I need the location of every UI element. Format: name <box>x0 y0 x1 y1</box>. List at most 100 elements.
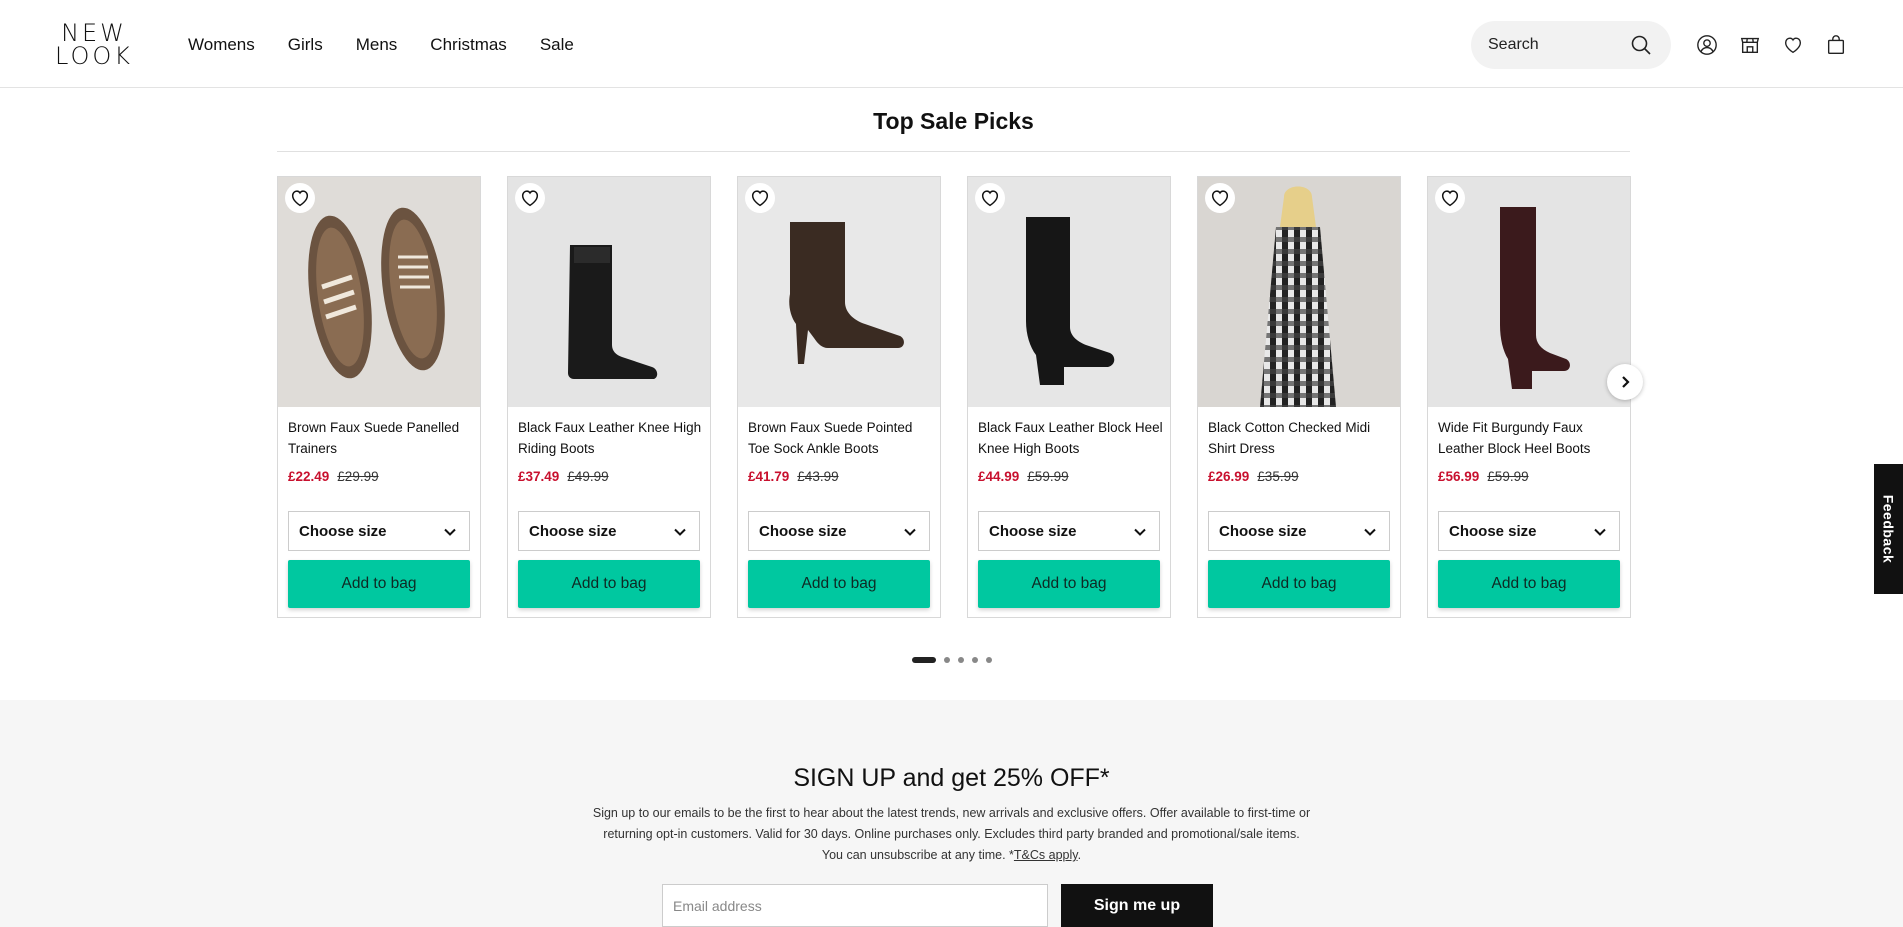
terms-link[interactable]: T&Cs apply <box>1014 848 1078 862</box>
add-to-bag-button[interactable]: Add to bag <box>748 560 930 608</box>
product-price: £44.99 £59.99 <box>978 469 1069 484</box>
product-name[interactable]: Black Faux Leather Block Heel Knee High … <box>978 417 1164 459</box>
product-image[interactable] <box>278 177 480 407</box>
heart-icon <box>1441 190 1459 207</box>
bag-icon[interactable] <box>1825 34 1847 56</box>
product-image[interactable] <box>1198 177 1400 407</box>
sign-me-up-button[interactable]: Sign me up <box>1061 884 1213 927</box>
search-icon[interactable] <box>1629 33 1653 57</box>
chevron-down-icon <box>1364 528 1376 536</box>
nav-mens[interactable]: Mens <box>356 35 398 55</box>
wishlist-heart-button[interactable] <box>1435 183 1465 213</box>
carousel-next-button[interactable] <box>1607 364 1643 400</box>
product-card[interactable]: Brown Faux Suede Pointed Toe Sock Ankle … <box>737 176 941 618</box>
heart-icon <box>291 190 309 207</box>
size-select[interactable]: Choose size <box>1438 511 1620 551</box>
original-price: £43.99 <box>797 469 839 484</box>
product-price: £41.79 £43.99 <box>748 469 839 484</box>
trainers-illustration <box>308 207 445 379</box>
email-placeholder: Email address <box>673 897 762 914</box>
original-price: £59.99 <box>1487 469 1529 484</box>
product-name[interactable]: Black Faux Leather Knee High Riding Boot… <box>518 417 704 459</box>
ankle-boot-illustration <box>789 222 904 364</box>
chevron-down-icon <box>1134 528 1146 536</box>
section-title: Top Sale Picks <box>873 108 1034 134</box>
product-name[interactable]: Brown Faux Suede Panelled Trainers <box>288 417 474 459</box>
heart-icon <box>981 190 999 207</box>
product-card[interactable]: Black Cotton Checked Midi Shirt Dress £2… <box>1197 176 1401 618</box>
product-image[interactable] <box>1428 177 1630 407</box>
main-nav: Womens Girls Mens Christmas Sale <box>188 35 607 55</box>
product-card[interactable]: Wide Fit Burgundy Faux Leather Block Hee… <box>1427 176 1631 618</box>
add-to-bag-button[interactable]: Add to bag <box>978 560 1160 608</box>
email-field[interactable]: Email address <box>662 884 1048 927</box>
product-card[interactable]: Black Faux Leather Block Heel Knee High … <box>967 176 1171 618</box>
heart-icon <box>1211 190 1229 207</box>
nav-sale[interactable]: Sale <box>540 35 574 55</box>
nav-christmas[interactable]: Christmas <box>430 35 507 55</box>
sale-price: £26.99 <box>1208 469 1250 484</box>
riding-boot-illustration <box>568 245 658 379</box>
original-price: £35.99 <box>1257 469 1299 484</box>
wishlist-heart-button[interactable] <box>1205 183 1235 213</box>
signup-description: Sign up to our emails to be the first to… <box>570 803 1333 866</box>
signup-title: SIGN UP and get 25% OFF* <box>793 764 1110 792</box>
carousel-dot-5[interactable] <box>986 657 992 663</box>
store-icon[interactable] <box>1739 34 1761 56</box>
wishlist-heart-button[interactable] <box>745 183 775 213</box>
header-icons <box>1696 34 1847 56</box>
chevron-right-icon <box>1622 376 1630 388</box>
carousel-dot-1[interactable] <box>912 657 936 663</box>
product-name[interactable]: Wide Fit Burgundy Faux Leather Block Hee… <box>1438 417 1624 459</box>
feedback-tab[interactable]: Feedback <box>1874 464 1903 594</box>
product-name[interactable]: Black Cotton Checked Midi Shirt Dress <box>1208 417 1394 459</box>
checked-dress-illustration <box>1260 186 1336 407</box>
nav-womens[interactable]: Womens <box>188 35 255 55</box>
site-header: NEW LOOK Womens Girls Mens Christmas Sal… <box>0 0 1903 88</box>
wishlist-heart-button[interactable] <box>285 183 315 213</box>
size-select-label: Choose size <box>759 522 847 540</box>
newsletter-signup: SIGN UP and get 25% OFF* Sign up to our … <box>0 700 1903 927</box>
product-price: £22.49 £29.99 <box>288 469 379 484</box>
burgundy-boot-illustration <box>1500 207 1570 389</box>
logo-line-2: LOOK <box>55 42 134 70</box>
size-select[interactable]: Choose size <box>1208 511 1390 551</box>
product-card[interactable]: Black Faux Leather Knee High Riding Boot… <box>507 176 711 618</box>
account-icon[interactable] <box>1696 34 1718 56</box>
chevron-down-icon <box>904 528 916 536</box>
size-select[interactable]: Choose size <box>518 511 700 551</box>
chevron-down-icon <box>444 528 456 536</box>
section-divider <box>277 151 1630 152</box>
add-to-bag-button[interactable]: Add to bag <box>288 560 470 608</box>
product-image[interactable] <box>968 177 1170 407</box>
carousel-dot-3[interactable] <box>958 657 964 663</box>
product-name[interactable]: Brown Faux Suede Pointed Toe Sock Ankle … <box>748 417 934 459</box>
product-image[interactable] <box>738 177 940 407</box>
size-select-label: Choose size <box>989 522 1077 540</box>
signup-desc-line-3: You can unsubscribe at any time. * <box>821 848 1014 862</box>
size-select-label: Choose size <box>1449 522 1537 540</box>
size-select-label: Choose size <box>299 522 387 540</box>
size-select[interactable]: Choose size <box>978 511 1160 551</box>
product-price: £56.99 £59.99 <box>1438 469 1529 484</box>
search-input[interactable]: Search <box>1471 21 1671 69</box>
add-to-bag-button[interactable]: Add to bag <box>518 560 700 608</box>
product-card[interactable]: Brown Faux Suede Panelled Trainers £22.4… <box>277 176 481 618</box>
product-carousel: Brown Faux Suede Panelled Trainers £22.4… <box>277 176 1631 618</box>
wishlist-heart-button[interactable] <box>515 183 545 213</box>
size-select-label: Choose size <box>529 522 617 540</box>
carousel-dot-2[interactable] <box>944 657 950 663</box>
product-image[interactable] <box>508 177 710 407</box>
wishlist-heart-button[interactable] <box>975 183 1005 213</box>
carousel-dot-4[interactable] <box>972 657 978 663</box>
add-to-bag-button[interactable]: Add to bag <box>1208 560 1390 608</box>
add-to-bag-button[interactable]: Add to bag <box>1438 560 1620 608</box>
wishlist-icon[interactable] <box>1782 34 1804 56</box>
size-select[interactable]: Choose size <box>748 511 930 551</box>
sale-price: £22.49 <box>288 469 330 484</box>
heart-icon <box>521 190 539 207</box>
nav-girls[interactable]: Girls <box>288 35 323 55</box>
new-look-logo[interactable]: NEW LOOK <box>55 21 134 70</box>
size-select[interactable]: Choose size <box>288 511 470 551</box>
sale-price: £56.99 <box>1438 469 1480 484</box>
